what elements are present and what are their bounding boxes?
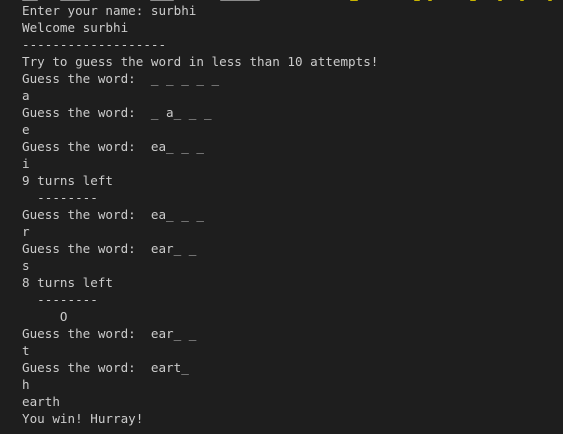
terminal-panel[interactable]: Enter your name: surbhi Welcome surbhi -…: [0, 0, 563, 434]
terminal-line: --------: [22, 190, 98, 205]
terminal-line: s: [22, 258, 30, 273]
terminal-line: Guess the word: ear_ _: [22, 326, 197, 341]
terminal-line: -------------------: [22, 37, 167, 52]
terminal-line: You win! Hurray!: [22, 411, 144, 426]
terminal-line: Guess the word: ear_ _: [22, 241, 197, 256]
terminal-line: r: [22, 224, 30, 239]
terminal-line: t: [22, 343, 30, 358]
terminal-line: 8 turns left: [22, 275, 113, 290]
terminal-line: Enter your name: surbhi: [22, 3, 197, 18]
terminal-line: i: [22, 156, 30, 171]
terminal-line: Guess the word: eart_: [22, 360, 189, 375]
terminal-line: O: [22, 309, 68, 324]
terminal-output: Enter your name: surbhi Welcome surbhi -…: [22, 2, 557, 427]
terminal-line: Try to guess the word in less than 10 at…: [22, 54, 379, 69]
terminal-line: Guess the word: ea_ _ _: [22, 207, 204, 222]
terminal-line: Guess the word: _ a_ _ _: [22, 105, 212, 120]
terminal-line: Guess the word: _ _ _ _ _: [22, 71, 220, 86]
terminal-line: Welcome surbhi: [22, 20, 129, 35]
terminal-line: h: [22, 377, 30, 392]
terminal-line: Guess the word: ea_ _ _: [22, 139, 204, 154]
terminal-line: --------: [22, 292, 98, 307]
terminal-line: earth: [22, 394, 60, 409]
terminal-line: e: [22, 122, 30, 137]
terminal-line: a: [22, 88, 30, 103]
terminal-line: 9 turns left: [22, 173, 113, 188]
